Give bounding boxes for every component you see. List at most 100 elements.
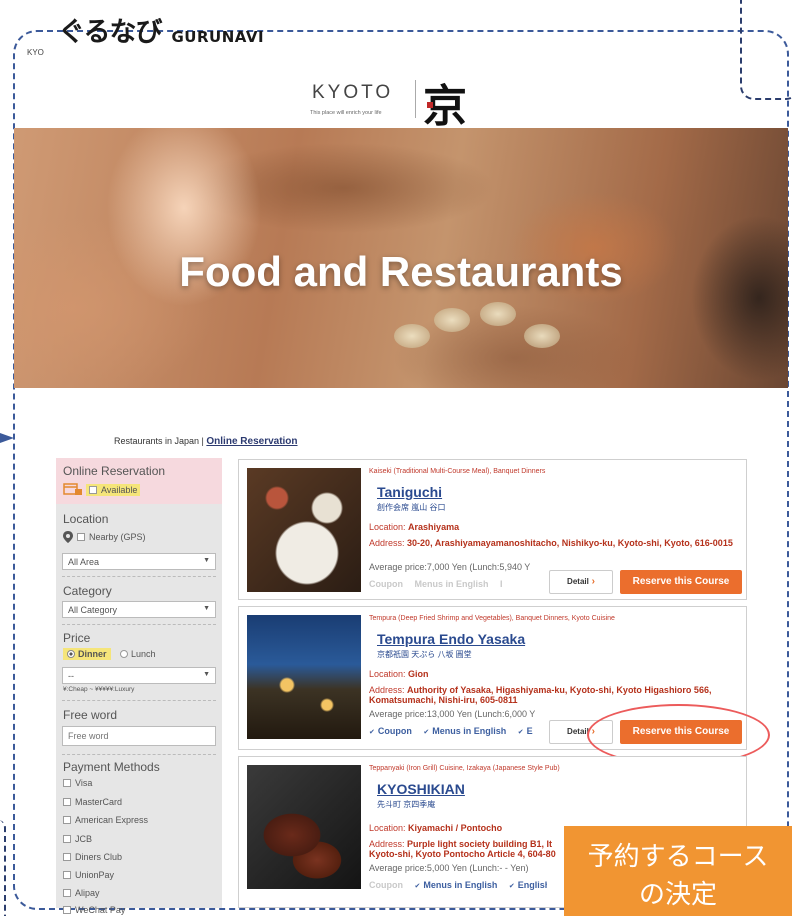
dinner-label: Dinner: [78, 649, 107, 659]
available-checkbox[interactable]: Available: [86, 484, 141, 496]
payment-label: WeChat Pay: [75, 905, 126, 915]
annotation-callout: 予約するコース の決定: [564, 826, 792, 916]
payment-label: MasterCard: [75, 797, 123, 807]
map-pin-icon: [63, 531, 73, 545]
checkbox-icon: [63, 779, 71, 787]
tag-english-menu: Menus in English: [415, 880, 498, 890]
tag-other: I: [500, 579, 503, 589]
restaurant-photo[interactable]: [247, 765, 361, 889]
brand-divider: [415, 80, 416, 118]
restaurant-card: Kaiseki (Traditional Multi-Course Meal),…: [238, 459, 747, 600]
location-value: Arashiyama: [408, 522, 460, 532]
caret-down-icon: ▼: [203, 671, 210, 678]
checkbox-icon: [63, 835, 71, 843]
brand-word: KYOTO: [312, 82, 394, 103]
stray-text: KYO: [27, 48, 44, 57]
payment-diners[interactable]: Diners Club: [63, 852, 122, 862]
address-text: Address: Authority of Yasaka, Higashiyam…: [369, 685, 741, 705]
payment-label: Diners Club: [75, 852, 123, 862]
gurunavi-logo[interactable]: ぐるなび GURUNAVI: [58, 10, 264, 49]
checkbox-icon: [63, 853, 71, 861]
annotation-frame-left: [0, 820, 6, 916]
tag-coupon: Coupon: [369, 880, 403, 890]
average-price: Average price:7,000 Yen (Lunch:5,940 Y: [369, 562, 531, 572]
divider: [62, 624, 216, 625]
location-value: Kiyamachi / Pontocho: [408, 823, 503, 833]
payment-unionpay[interactable]: UnionPay: [63, 870, 114, 880]
address-text: Address: 30-20, Arashiyamayamanoshitacho…: [369, 538, 741, 548]
restaurant-photo[interactable]: [247, 468, 361, 592]
payment-label: UnionPay: [75, 870, 115, 880]
checkbox-icon: [63, 798, 71, 806]
average-price: Average price:13,000 Yen (Lunch:6,000 Y: [369, 709, 536, 719]
reserve-course-button[interactable]: Reserve this Course: [620, 570, 742, 594]
payment-alipay[interactable]: Alipay: [63, 888, 100, 898]
reserve-course-button[interactable]: Reserve this Course: [620, 720, 742, 744]
callout-line2: の決定: [638, 880, 717, 910]
tag-coupon: Coupon: [369, 726, 412, 736]
location-label: Location:: [369, 823, 406, 833]
hero-banner: Food and Restaurants: [14, 128, 788, 388]
nearby-gps-checkbox[interactable]: Nearby (GPS): [77, 532, 146, 542]
restaurant-card: Tempura (Deep Fried Shrimp and Vegetable…: [238, 606, 747, 750]
address-label: Address:: [369, 685, 405, 695]
checkbox-checked-icon: [89, 486, 97, 494]
logo-jp: ぐるなび: [58, 17, 162, 48]
payment-mastercard[interactable]: MasterCard: [63, 797, 122, 807]
detail-button[interactable]: Detail: [549, 720, 613, 744]
radio-icon: [120, 650, 128, 658]
filter-sidebar: Online Reservation Available Location Ne…: [56, 458, 222, 915]
genre: Tempura (Deep Fried Shrimp and Vegetable…: [369, 615, 615, 622]
restaurant-name-link[interactable]: KYOSHIKIAN: [377, 781, 465, 797]
payment-jcb[interactable]: JCB: [63, 834, 92, 844]
free-word-input[interactable]: [62, 726, 216, 746]
checkbox-icon: [77, 533, 85, 541]
average-price: Average price:5,000 Yen (Lunch:- - Yen): [369, 863, 529, 873]
price-legend: ¥:Cheap ~ ¥¥¥¥¥:Luxury: [63, 686, 135, 693]
area-select[interactable]: All Area ▼: [62, 553, 216, 570]
free-word-heading: Free word: [63, 708, 118, 722]
caret-down-icon: ▼: [203, 605, 210, 612]
divider: [62, 754, 216, 755]
restaurant-name-link[interactable]: Taniguchi: [377, 484, 442, 500]
restaurant-photo[interactable]: [247, 615, 361, 739]
breadcrumb-link[interactable]: Online Reservation: [206, 436, 297, 447]
location-value: Gion: [408, 669, 429, 679]
address-label: Address:: [369, 538, 405, 548]
category-select[interactable]: All Category ▼: [62, 601, 216, 618]
annotation-frame-top: [740, 0, 792, 100]
brand-tagline: This place will enrich your life: [310, 110, 382, 116]
glass-icon: [480, 302, 516, 326]
red-seal-icon: [427, 102, 433, 108]
location-text: Location: Arashiyama: [369, 522, 459, 532]
payment-wechat[interactable]: WeChat Pay: [63, 905, 125, 915]
callout-line1: 予約するコース: [587, 842, 769, 872]
payment-heading: Payment Methods: [63, 760, 160, 774]
genre: Teppanyaki (Iron Grill) Cuisine, Izakaya…: [369, 765, 560, 772]
payment-label: Alipay: [75, 888, 100, 898]
logo-en: GURUNAVI: [171, 28, 265, 46]
payment-label: JCB: [75, 834, 93, 844]
restaurant-name-jp: 京都祇園 天ぷら 八坂 圓堂: [377, 650, 472, 659]
feature-tags: Coupon Menus in English E: [369, 726, 547, 740]
glass-icon: [394, 324, 430, 348]
dinner-radio[interactable]: Dinner: [63, 648, 111, 660]
lunch-radio[interactable]: Lunch: [120, 649, 156, 659]
restaurant-name-jp: 創作会席 嵐山 谷口: [377, 503, 446, 512]
price-select[interactable]: -- ▼: [62, 667, 216, 684]
lunch-label: Lunch: [131, 649, 156, 659]
payment-amex[interactable]: American Express: [63, 815, 148, 825]
location-label: Location:: [369, 522, 406, 532]
detail-button[interactable]: Detail: [549, 570, 613, 594]
online-reservation-heading: Online Reservation: [63, 464, 166, 478]
payment-label: Visa: [75, 778, 93, 788]
restaurant-name-link[interactable]: Tempura Endo Yasaka: [377, 631, 525, 647]
category-select-value: All Category: [68, 605, 118, 615]
checkbox-icon: [63, 906, 71, 914]
caret-down-icon: ▼: [203, 557, 210, 564]
genre: Kaiseki (Traditional Multi-Course Meal),…: [369, 468, 546, 475]
location-text: Location: Gion: [369, 669, 429, 679]
payment-visa[interactable]: Visa: [63, 778, 92, 788]
restaurant-name-jp: 先斗町 京四季庵: [377, 800, 436, 809]
checkbox-icon: [63, 871, 71, 879]
